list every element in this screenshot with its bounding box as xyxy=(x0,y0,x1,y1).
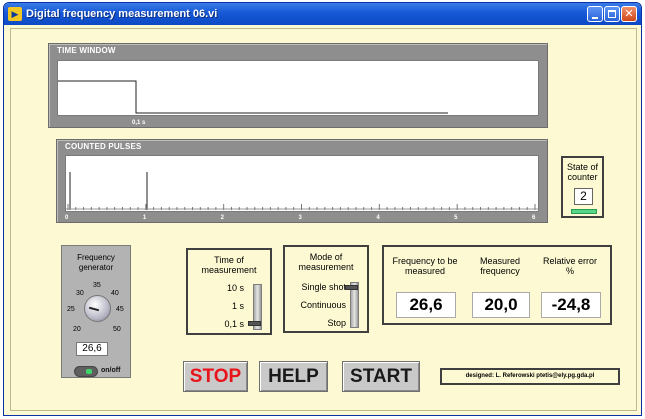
time-option-10s: 10 s xyxy=(226,283,244,293)
on-off-toggle[interactable] xyxy=(74,366,98,377)
knob-pointer xyxy=(88,306,100,312)
counted-pulses-title: COUNTED PULSES xyxy=(65,142,142,151)
pulses-tick-label: 2 xyxy=(220,215,224,221)
time-window-title: TIME WINDOW xyxy=(57,46,116,55)
maximize-icon xyxy=(608,10,616,18)
pulses-tick-label: 0 xyxy=(65,215,69,221)
state-of-counter-value: 2 xyxy=(574,188,593,205)
measured-frequency-label: Measured frequency xyxy=(479,256,521,276)
time-of-measurement-control: Time of measurement 10 s 1 s 0,1 s xyxy=(186,248,272,335)
relative-error-label: Relative error % xyxy=(542,256,598,276)
stop-button[interactable]: STOP xyxy=(183,361,248,392)
knob-scale-20: 20 xyxy=(73,326,81,333)
time-of-measurement-switch[interactable] xyxy=(248,284,262,330)
mode-option-single-shot: Single shot xyxy=(301,282,346,292)
time-of-measurement-label: Time of measurement xyxy=(201,255,257,275)
frequency-knob[interactable] xyxy=(84,295,111,322)
time-window-plot xyxy=(57,60,539,116)
time-option-1s: 1 s xyxy=(231,301,244,311)
maximize-button[interactable] xyxy=(604,6,620,22)
pulses-tick-label: 5 xyxy=(454,215,458,221)
on-off-label: on/off xyxy=(101,367,121,374)
start-button[interactable]: START xyxy=(342,361,420,392)
state-of-counter-label: State of counter xyxy=(566,162,599,182)
mode-of-measurement-control: Mode of measurement Single shot Continuo… xyxy=(283,245,369,333)
time-window-tick-label: 0,1 s xyxy=(132,120,146,126)
close-button[interactable]: ✕ xyxy=(621,6,637,22)
time-window-signal xyxy=(58,80,448,114)
mode-switch-thumb[interactable] xyxy=(345,285,358,290)
counted-pulses-plot xyxy=(65,155,539,212)
time-option-0-1s: 0,1 s xyxy=(224,319,244,329)
mode-of-measurement-switch[interactable] xyxy=(345,282,359,328)
measured-frequency-value: 20,0 xyxy=(472,292,530,318)
time-window-graph: TIME WINDOW 0,1 s xyxy=(48,43,548,128)
knob-scale-30: 30 xyxy=(76,290,84,297)
time-switch-thumb[interactable] xyxy=(248,321,261,326)
mode-option-stop: Stop xyxy=(327,318,346,328)
frequency-to-be-measured-value: 26,6 xyxy=(396,292,456,318)
front-panel: TIME WINDOW 0,1 s COUNTED PULSES 0 1 2 3… xyxy=(10,28,637,411)
frequency-generator: Frequency generator 35 30 40 25 45 20 50… xyxy=(61,245,131,378)
app-window: ▶ Digital frequency measurement 06.vi ✕ … xyxy=(3,2,642,416)
state-led xyxy=(571,209,597,214)
vi-icon: ▶ xyxy=(8,7,22,21)
knob-scale-45: 45 xyxy=(116,306,124,313)
close-icon: ✕ xyxy=(624,8,634,20)
mode-option-continuous: Continuous xyxy=(300,300,346,310)
frequency-to-be-measured-label: Frequency to be measured xyxy=(392,256,458,276)
knob-scale-25: 25 xyxy=(67,306,75,313)
help-button[interactable]: HELP xyxy=(259,361,328,392)
relative-error-value: -24,8 xyxy=(541,292,601,318)
pulses-tick-label: 3 xyxy=(298,215,302,221)
results-panel: Frequency to be measured Measured freque… xyxy=(382,245,612,325)
mode-of-measurement-label: Mode of measurement xyxy=(298,252,354,272)
pulses-signal xyxy=(66,172,538,210)
window-title: Digital frequency measurement 06.vi xyxy=(26,8,218,20)
knob-scale-35: 35 xyxy=(93,282,101,289)
frequency-generator-label: Frequency generator xyxy=(77,253,115,272)
pulses-tick-label: 6 xyxy=(532,215,536,221)
pulses-tick-label: 4 xyxy=(376,215,380,221)
title-bar: ▶ Digital frequency measurement 06.vi ✕ xyxy=(4,3,641,25)
frequency-generator-value[interactable]: 26,6 xyxy=(76,342,108,356)
knob-scale-50: 50 xyxy=(113,326,121,333)
minimize-icon xyxy=(592,17,598,19)
pulses-tick-label: 1 xyxy=(142,215,147,221)
designer-credit: designed: L. Referowski ptetis@ely.pg.gd… xyxy=(440,368,620,385)
state-of-counter-indicator: State of counter 2 xyxy=(561,156,604,218)
toggle-led xyxy=(86,369,92,374)
knob-scale-40: 40 xyxy=(111,290,119,297)
counted-pulses-graph: COUNTED PULSES 0 1 2 3 4 5 6 xyxy=(56,139,548,223)
minimize-button[interactable] xyxy=(587,6,603,22)
